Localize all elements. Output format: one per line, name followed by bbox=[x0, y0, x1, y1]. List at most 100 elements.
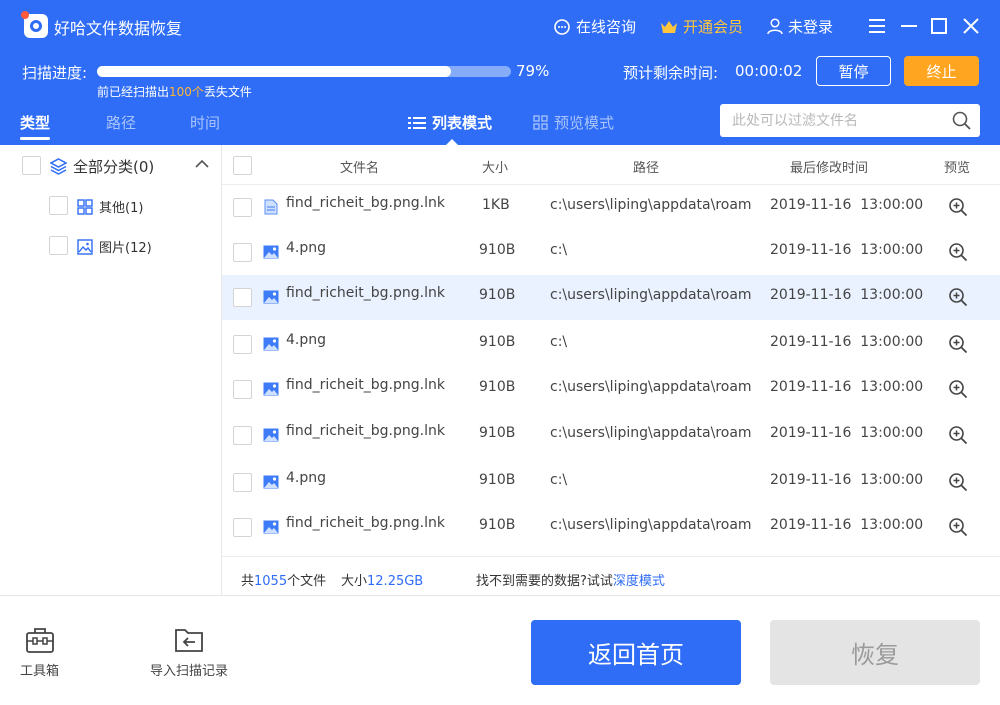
size-value: 12.25GB bbox=[367, 574, 424, 589]
file-modified-time-cell: 2019-11-16 13:00:00 bbox=[770, 425, 924, 441]
category-other-checkbox[interactable] bbox=[49, 196, 68, 215]
pause-button[interactable]: 暂停 bbox=[816, 56, 891, 86]
zoom-in-icon[interactable] bbox=[948, 334, 968, 354]
category-all-checkbox[interactable] bbox=[22, 156, 41, 175]
recover-button[interactable]: 恢复 bbox=[770, 620, 980, 685]
header-preview: 预览 bbox=[944, 161, 971, 176]
table-row[interactable]: 4.png 910B c:\ 2019-11-16 13:00:00 bbox=[222, 230, 1000, 275]
chevron-up-icon[interactable] bbox=[195, 159, 209, 169]
import-scan-record-button[interactable]: 导入扫描记录 bbox=[150, 626, 228, 679]
file-count-suffix: 个文件 bbox=[287, 574, 327, 589]
titlebar: 好哈文件数据恢复 在线咨询 开通会员 未登录 bbox=[0, 0, 1000, 52]
login-label: 未登录 bbox=[788, 18, 834, 36]
minimize-icon[interactable] bbox=[898, 15, 920, 37]
list-mode-button[interactable]: 列表模式 bbox=[408, 112, 492, 133]
doc-icon bbox=[264, 199, 278, 215]
deep-mode-link[interactable]: 深度模式 bbox=[613, 574, 665, 589]
row-checkbox[interactable] bbox=[233, 518, 252, 537]
category-all[interactable]: 全部分类(0) bbox=[50, 156, 154, 177]
zoom-in-icon[interactable] bbox=[948, 197, 968, 217]
file-modified-time-cell: 2019-11-16 13:00:00 bbox=[770, 242, 924, 258]
stop-button[interactable]: 终止 bbox=[904, 56, 979, 86]
back-home-button[interactable]: 返回首页 bbox=[531, 620, 741, 685]
zoom-in-icon[interactable] bbox=[948, 472, 968, 492]
header-name[interactable]: 文件名 bbox=[340, 157, 379, 176]
category-all-label: 全部分类(0) bbox=[73, 158, 155, 176]
row-checkbox[interactable] bbox=[233, 198, 252, 217]
table-row[interactable]: find_richeit_bg.png.lnk 910B c:\users\lipi… bbox=[222, 367, 1000, 412]
table-row[interactable]: 4.png 910B c:\ 2019-11-16 13:00:00 bbox=[222, 322, 1000, 367]
scan-progress-percent: 79% bbox=[516, 62, 550, 80]
header-path[interactable]: 路径 bbox=[633, 157, 659, 176]
file-table: 文件名 大小 路径 最后修改时间 预览 find_richeit_bg.png.… bbox=[222, 145, 1000, 556]
maximize-icon[interactable] bbox=[928, 15, 950, 37]
deep-mode-hint-text: 找不到需要的数据?试试 bbox=[476, 574, 613, 589]
category-image-label: 图片(12) bbox=[99, 241, 152, 256]
close-icon[interactable] bbox=[960, 15, 982, 37]
category-sidebar: 全部分类(0) 其他(1) 图片(12) bbox=[0, 145, 222, 595]
file-name-cell: 4.png bbox=[286, 470, 327, 486]
image-icon bbox=[263, 245, 279, 259]
file-path-cell: c:\users\liping\appdata\roam bbox=[550, 425, 752, 441]
zoom-in-icon[interactable] bbox=[948, 287, 968, 307]
file-size-cell: 910B bbox=[479, 425, 516, 441]
table-row[interactable]: 4.png 910B c:\ 2019-11-16 13:00:00 bbox=[222, 460, 1000, 505]
tab-type[interactable]: 类型 bbox=[20, 112, 50, 133]
filter-input[interactable] bbox=[720, 104, 945, 137]
table-row[interactable]: find_richeit_bg.png.lnk 910B c:\users\lipi… bbox=[222, 413, 1000, 458]
header-size[interactable]: 大小 bbox=[482, 157, 508, 176]
zoom-in-icon[interactable] bbox=[948, 242, 968, 262]
file-size-cell: 910B bbox=[479, 517, 516, 533]
tab-time[interactable]: 时间 bbox=[190, 112, 220, 133]
file-path-cell: c:\ bbox=[550, 242, 568, 258]
table-row[interactable]: find_richeit_bg.png.lnk 910B c:\users\lipi… bbox=[222, 505, 1000, 550]
login-button[interactable]: 未登录 bbox=[767, 16, 833, 37]
file-path-cell: c:\ bbox=[550, 472, 568, 488]
header: 好哈文件数据恢复 在线咨询 开通会员 未登录 扫描进度: 79% 前已经扫描出1… bbox=[0, 0, 1000, 145]
scan-progress-bar bbox=[97, 66, 511, 77]
category-other[interactable]: 其他(1) bbox=[77, 197, 143, 216]
select-all-checkbox[interactable] bbox=[233, 156, 252, 175]
row-checkbox[interactable] bbox=[233, 335, 252, 354]
scan-progress-label: 扫描进度: bbox=[22, 64, 88, 82]
row-checkbox[interactable] bbox=[233, 380, 252, 399]
scan-found-suffix: 丢失文件 bbox=[203, 85, 252, 99]
file-modified-time-cell: 2019-11-16 13:00:00 bbox=[770, 197, 924, 213]
search-icon[interactable] bbox=[952, 111, 971, 130]
file-count-summary: 共1055个文件 bbox=[241, 570, 326, 589]
file-path-cell: c:\users\liping\appdata\roam bbox=[550, 517, 752, 533]
file-modified-time-cell: 2019-11-16 13:00:00 bbox=[770, 472, 924, 488]
file-name-cell: find_richeit_bg.png.lnk bbox=[286, 515, 445, 531]
file-size-cell: 910B bbox=[479, 287, 516, 303]
row-checkbox[interactable] bbox=[233, 288, 252, 307]
image-icon bbox=[263, 475, 279, 489]
tab-underline bbox=[20, 137, 50, 140]
zoom-in-icon[interactable] bbox=[948, 517, 968, 537]
row-checkbox[interactable] bbox=[233, 243, 252, 262]
zoom-in-icon[interactable] bbox=[948, 379, 968, 399]
online-consult-button[interactable]: 在线咨询 bbox=[553, 16, 636, 37]
image-icon bbox=[263, 290, 279, 304]
open-vip-button[interactable]: 开通会员 bbox=[660, 16, 743, 37]
file-name-cell: 4.png bbox=[286, 332, 327, 348]
toolbox-button[interactable]: 工具箱 bbox=[20, 626, 59, 679]
row-checkbox[interactable] bbox=[233, 473, 252, 492]
preview-mode-button[interactable]: 预览模式 bbox=[533, 112, 614, 133]
file-size-cell: 910B bbox=[479, 242, 516, 258]
tab-path[interactable]: 路径 bbox=[106, 112, 136, 133]
table-row[interactable]: find_richeit_bg.png.lnk 910B c:\users\lipi… bbox=[222, 275, 1000, 320]
row-checkbox[interactable] bbox=[233, 426, 252, 445]
menu-icon[interactable] bbox=[866, 15, 888, 37]
file-modified-time-cell: 2019-11-16 13:00:00 bbox=[770, 379, 924, 395]
image-icon bbox=[263, 382, 279, 396]
table-row[interactable]: find_richeit_bg.png.lnk 1KB c:\users\lipin… bbox=[222, 185, 1000, 230]
category-image[interactable]: 图片(12) bbox=[77, 237, 152, 256]
table-header: 文件名 大小 路径 最后修改时间 预览 bbox=[222, 145, 1000, 185]
file-modified-time-cell: 2019-11-16 13:00:00 bbox=[770, 287, 924, 303]
header-modified-time[interactable]: 最后修改时间 bbox=[790, 157, 868, 176]
size-prefix: 大小 bbox=[341, 574, 368, 589]
list-mode-label: 列表模式 bbox=[432, 114, 493, 132]
zoom-in-icon[interactable] bbox=[948, 425, 968, 445]
category-image-checkbox[interactable] bbox=[49, 236, 68, 255]
scan-summary-bar: 共1055个文件 大小12.25GB 找不到需要的数据?试试深度模式 bbox=[222, 556, 1000, 596]
